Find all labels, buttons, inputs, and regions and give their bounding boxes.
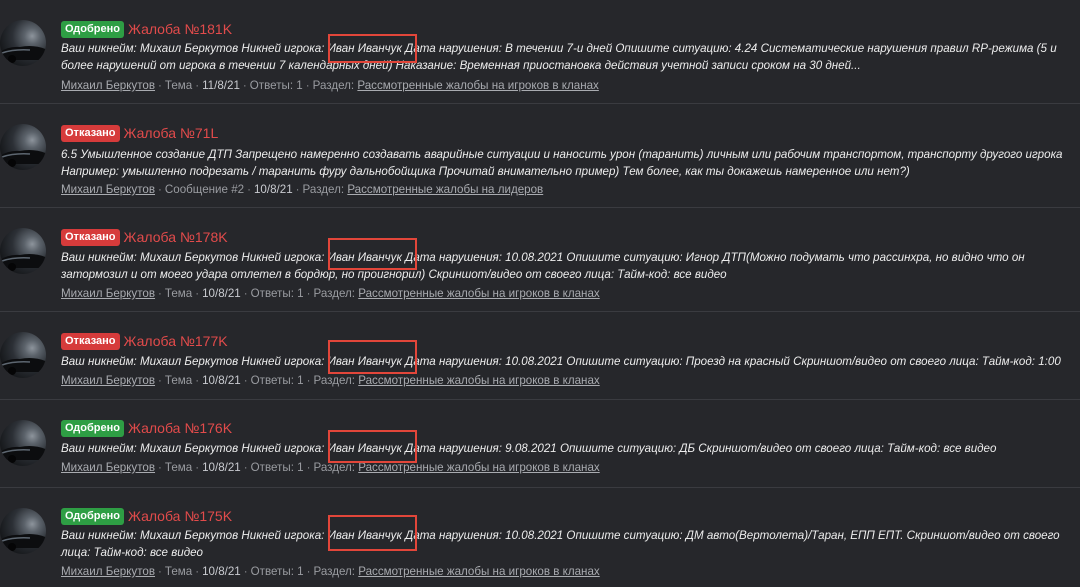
- status-badge[interactable]: Одобрено: [61, 419, 124, 437]
- thread-title-line: Одобрено Жалоба №176K: [61, 419, 232, 437]
- section-label: Раздел:: [313, 287, 356, 300]
- thread-title-line: Отказано Жалоба №178K: [61, 228, 228, 246]
- thread-meta: Михаил Беркутов · Тема · 10/8/21 · Ответы: 1 · Р…: [61, 461, 600, 474]
- thread-date: 10/8/21: [202, 461, 241, 474]
- author-link[interactable]: Михаил Беркутов: [61, 374, 155, 387]
- thread-kind: Сообщение #2: [164, 183, 245, 196]
- thread-kind: Тема: [164, 79, 193, 92]
- snippet-line: 6.5 Умышленное создание ДТП Запрещено на…: [61, 148, 1063, 161]
- snippet-line: лица: Тайм-код: все видео: [61, 546, 204, 559]
- thread-snippet: Ваш никнейм: Михаил Беркутов Никней игро…: [61, 249, 1072, 283]
- section-link[interactable]: Рассмотренные жалобы на лидеров: [347, 183, 543, 196]
- status-badge[interactable]: Одобрено: [61, 20, 124, 38]
- thread-meta: Михаил Беркутов · Тема · 10/8/21 · Ответы: 1 · Р…: [61, 374, 600, 387]
- thread-kind: Тема: [164, 565, 193, 578]
- thread-kind: Тема: [164, 287, 193, 300]
- car-photo-avatar-icon: [0, 534, 46, 551]
- author-link[interactable]: Михаил Беркутов: [61, 79, 155, 92]
- thread-title-link[interactable]: Жалоба №178K: [124, 228, 228, 246]
- section-link[interactable]: Рассмотренные жалобы на игроков в кланах: [358, 287, 599, 300]
- section-label: Раздел:: [313, 374, 356, 387]
- thread-kind: Тема: [164, 374, 193, 387]
- user-avatar[interactable]: [0, 20, 46, 66]
- thread-row: Отказано Жалоба №177K Ваш никнейм: Михаи…: [0, 312, 1080, 400]
- status-badge[interactable]: Отказано: [61, 124, 120, 142]
- thread-title-line: Одобрено Жалоба №175K: [61, 507, 232, 525]
- user-avatar[interactable]: [0, 508, 46, 554]
- section-label: Раздел:: [302, 183, 345, 196]
- thread-title-line: Одобрено Жалоба №181K: [61, 20, 232, 38]
- snippet-line: затормозил и от моего удара отлетел в бо…: [61, 268, 727, 281]
- author-link[interactable]: Михаил Беркутов: [61, 183, 155, 196]
- thread-title-link[interactable]: Жалоба №181K: [128, 20, 232, 38]
- author-link[interactable]: Михаил Беркутов: [61, 287, 155, 300]
- snippet-line: Ваш никнейм: Михаил Беркутов Никней игро…: [61, 251, 1025, 264]
- thread-title-link[interactable]: Жалоба №176K: [128, 419, 232, 437]
- thread-row: Отказано Жалоба №71L 6.5 Умышленное созд…: [0, 104, 1080, 208]
- author-link[interactable]: Михаил Беркутов: [61, 461, 155, 474]
- section-label: Раздел:: [313, 461, 356, 474]
- user-avatar[interactable]: [0, 332, 46, 378]
- section-link[interactable]: Рассмотренные жалобы на игроков в кланах: [358, 374, 599, 387]
- author-link[interactable]: Михаил Беркутов: [61, 565, 155, 578]
- car-photo-avatar-icon: [0, 150, 46, 167]
- section-link[interactable]: Рассмотренные жалобы на игроков в кланах: [357, 79, 598, 92]
- user-avatar[interactable]: [0, 228, 46, 274]
- snippet-line: Ваш никнейм: Михаил Беркутов Никней игро…: [61, 42, 1057, 55]
- section-link[interactable]: Рассмотренные жалобы на игроков в кланах: [358, 461, 599, 474]
- thread-meta: Михаил Беркутов · Тема · 10/8/21 · Ответы: 1 · Р…: [61, 565, 600, 578]
- status-badge[interactable]: Отказано: [61, 332, 120, 350]
- thread-row: Одобрено Жалоба №175K Ваш никнейм: Михаи…: [0, 488, 1080, 587]
- thread-date: 10/8/21: [202, 374, 241, 387]
- status-badge[interactable]: Отказано: [61, 228, 120, 246]
- thread-snippet: Ваш никнейм: Михаил Беркутов Никней игро…: [61, 353, 1072, 370]
- thread-meta: Михаил Беркутов · Тема · 11/8/21 · Ответы: 1 · Р…: [61, 79, 599, 92]
- thread-date: 10/8/21: [202, 287, 241, 300]
- thread-title-line: Отказано Жалоба №71L: [61, 124, 218, 142]
- thread-snippet: Ваш никнейм: Михаил Беркутов Никней игро…: [61, 440, 1072, 457]
- thread-meta: Михаил Беркутов · Тема · 10/8/21 · Ответы: 1 · Р…: [61, 287, 600, 300]
- thread-title-link[interactable]: Жалоба №177K: [124, 332, 228, 350]
- snippet-line: Ваш никнейм: Михаил Беркутов Никней игро…: [61, 355, 1061, 368]
- thread-row: Одобрено Жалоба №176K Ваш никнейм: Михаи…: [0, 400, 1080, 488]
- thread-title-link[interactable]: Жалоба №71L: [124, 124, 219, 142]
- car-photo-avatar-icon: [0, 446, 46, 463]
- car-photo-avatar-icon: [0, 254, 46, 271]
- status-badge[interactable]: Одобрено: [61, 507, 124, 525]
- replies-count: Ответы: 1: [250, 287, 304, 300]
- replies-count: Ответы: 1: [250, 461, 304, 474]
- snippet-line: Например: умышленно подрезать / таранить…: [61, 165, 910, 178]
- thread-title-line: Отказано Жалоба №177K: [61, 332, 228, 350]
- replies-count: Ответы: 1: [250, 374, 304, 387]
- section-label: Раздел:: [313, 565, 356, 578]
- thread-row: Одобрено Жалоба №181K Ваш никнейм: Михаи…: [0, 0, 1080, 104]
- replies-count: Ответы: 1: [250, 565, 304, 578]
- section-label: Раздел:: [312, 79, 355, 92]
- replies-count: Ответы: 1: [249, 79, 303, 92]
- section-link[interactable]: Рассмотренные жалобы на игроков в кланах: [358, 565, 599, 578]
- thread-meta: Михаил Беркутов · Сообщение #2 · 10/8/21 · Раз…: [61, 183, 544, 196]
- car-photo-avatar-icon: [0, 46, 46, 63]
- thread-title-link[interactable]: Жалоба №175K: [128, 507, 232, 525]
- thread-row: Отказано Жалоба №178K Ваш никнейм: Михаи…: [0, 208, 1080, 312]
- thread-snippet: Ваш никнейм: Михаил Беркутов Никней игро…: [61, 527, 1072, 561]
- snippet-line: Ваш никнейм: Михаил Беркутов Никней игро…: [61, 529, 1060, 542]
- car-photo-avatar-icon: [0, 358, 46, 375]
- thread-snippet: Ваш никнейм: Михаил Беркутов Никней игро…: [61, 40, 1072, 74]
- snippet-line: Ваш никнейм: Михаил Беркутов Никней игро…: [61, 442, 997, 455]
- thread-date: 10/8/21: [253, 183, 293, 196]
- thread-date: 11/8/21: [202, 79, 240, 92]
- thread-date: 10/8/21: [202, 565, 241, 578]
- user-avatar[interactable]: [0, 420, 46, 466]
- user-avatar[interactable]: [0, 124, 46, 170]
- thread-snippet: 6.5 Умышленное создание ДТП Запрещено на…: [61, 146, 1072, 180]
- snippet-line: более нарушений от игрока в течении 7 ка…: [61, 59, 861, 72]
- thread-kind: Тема: [164, 461, 193, 474]
